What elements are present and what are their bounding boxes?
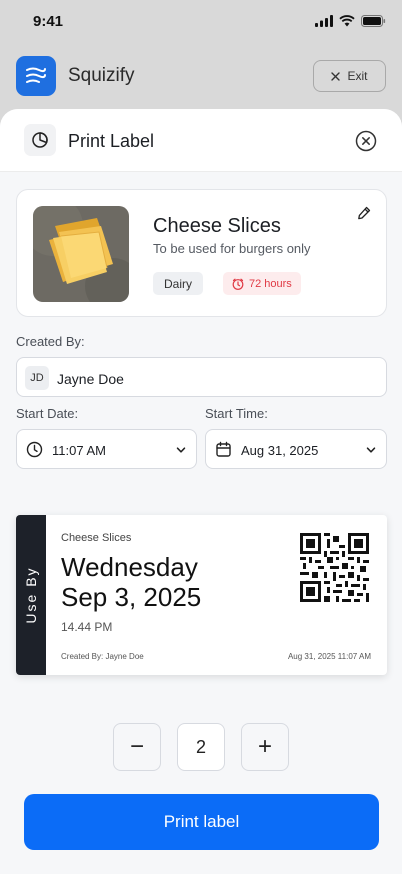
product-name: Cheese Slices [153,215,281,237]
close-circle-icon[interactable] [355,130,377,152]
label-product-name: Cheese Slices [61,532,132,544]
start-time-select[interactable]: Aug 31, 2025 [205,429,387,469]
product-description: To be used for burgers only [153,241,311,256]
sheet-header: Print Label [0,109,402,172]
label-created-by: Created By: Jayne Doe [61,652,144,661]
decrement-button[interactable]: − [113,723,161,771]
shelf-life-text: 72 hours [249,277,292,290]
start-time-label: Start Time: [205,406,268,421]
close-icon [331,71,341,81]
status-bar: 9:41 [0,0,402,44]
start-time-value: Aug 31, 2025 [241,443,319,458]
label-preview: Use By Cheese Slices Wednesday Sep 3, 20… [16,515,387,675]
pencil-icon[interactable] [357,206,371,220]
timer-icon [232,278,244,290]
app-logo [16,56,56,96]
exit-button[interactable]: Exit [313,60,386,92]
label-use-by-time: 14.44 PM [61,620,113,634]
cheese-slices-image [33,206,129,302]
qr-code [300,533,369,602]
battery-icon [361,15,386,27]
app-name: Squizify [68,65,135,86]
print-label-sheet: Print Label Cheese Slices To be used for… [0,109,402,874]
avatar: JD [25,366,49,390]
label-created-at: Aug 31, 2025 11:07 AM [287,652,371,661]
calendar-icon [216,441,231,457]
created-by-label: Created By: [16,334,85,349]
chevron-down-icon [176,447,186,453]
wifi-icon [339,15,355,27]
app-header: Squizify Exit [0,48,402,104]
sheet-title: Print Label [68,131,155,151]
category-tag: Dairy [153,272,204,295]
quantity-value[interactable]: 2 [177,723,225,771]
pie-chart-icon [32,132,48,148]
use-by-text: Use By [23,566,39,624]
product-card: Cheese Slices To be used for burgers onl… [16,189,387,317]
status-time: 9:41 [33,13,64,30]
sheet-icon-box [24,124,56,156]
exit-label: Exit [347,69,368,83]
label-use-by-day: Wednesday [61,552,198,582]
waves-logo-icon [26,67,46,83]
use-by-band: Use By [16,515,46,675]
cellular-signal-icon [315,15,333,27]
increment-button[interactable]: + [241,723,289,771]
created-by-field[interactable]: JD Jayne Doe [16,357,387,397]
shelf-life-tag: 72 hours [223,272,301,295]
start-date-value: 11:07 AM [52,443,106,458]
print-label-button[interactable]: Print label [24,794,379,850]
chevron-down-icon [366,447,376,453]
start-date-select[interactable]: 11:07 AM [16,429,197,469]
label-use-by-date: Sep 3, 2025 [61,582,202,612]
created-by-name: Jayne Doe [57,371,124,387]
status-icons [315,15,386,27]
start-date-label: Start Date: [16,406,79,421]
product-image [33,206,129,302]
clock-icon [26,441,43,458]
